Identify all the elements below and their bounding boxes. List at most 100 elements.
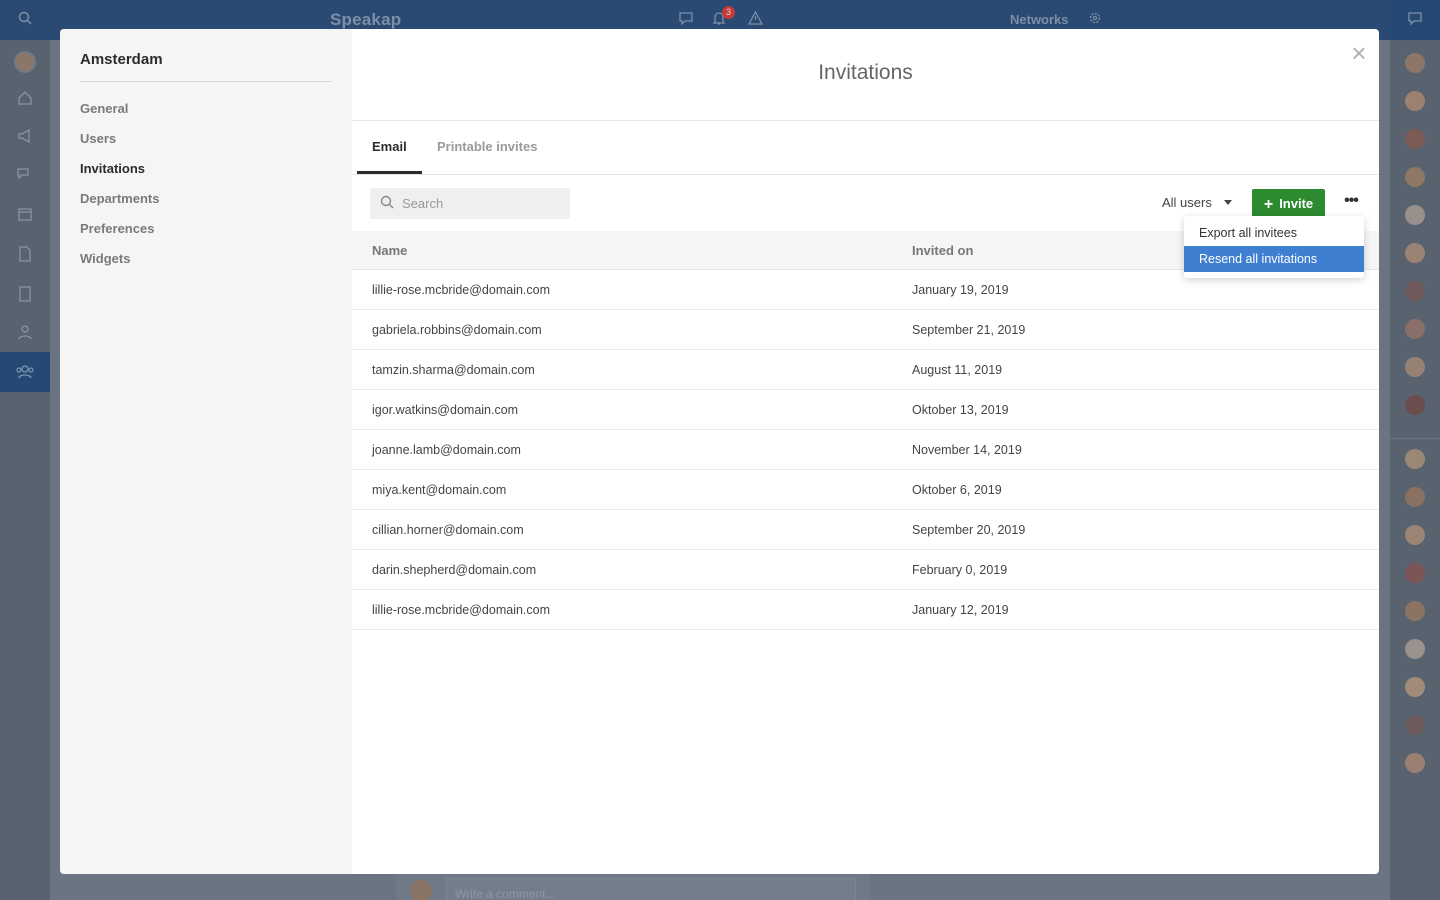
modal-content: Invitations × Email Printable invites Al…	[352, 29, 1379, 874]
contact-avatar[interactable]	[1405, 677, 1425, 697]
contact-avatar[interactable]	[1405, 639, 1425, 659]
invited-date: Oktober 6, 2019	[912, 483, 1002, 497]
invitee-email: cillian.horner@domain.com	[372, 523, 524, 537]
contact-avatar[interactable]	[1405, 487, 1425, 507]
org-name: Amsterdam	[80, 51, 163, 68]
invitee-email: lillie-rose.mcbride@domain.com	[372, 603, 551, 617]
invitee-email: gabriela.robbins@domain.com	[372, 323, 542, 337]
chat-icon[interactable]	[678, 11, 694, 28]
groups-icon	[0, 352, 50, 385]
contact-avatar[interactable]	[1405, 91, 1425, 111]
user-filter-select[interactable]: All users	[1162, 195, 1232, 210]
settings-sidebar: Amsterdam General Users Invitations Depa…	[60, 29, 352, 874]
invitations-modal: Amsterdam General Users Invitations Depa…	[60, 29, 1379, 874]
sidebar-item-preferences[interactable]: Preferences	[80, 219, 159, 249]
column-header-name[interactable]: Name	[372, 243, 407, 258]
invited-date: Oktober 13, 2019	[912, 403, 1009, 417]
comment-input[interactable]: Write a comment...	[446, 878, 856, 900]
brand-logo[interactable]: Speakap	[330, 10, 401, 30]
page-title: Invitations	[818, 61, 913, 84]
invitee-email: lillie-rose.mcbride@domain.com	[372, 283, 551, 297]
home-icon[interactable]	[0, 90, 50, 110]
contact-avatar[interactable]	[1405, 281, 1425, 301]
invited-date: January 12, 2019	[912, 603, 1009, 617]
invited-date: September 21, 2019	[912, 323, 1026, 337]
commenter-avatar	[410, 880, 432, 900]
table-row[interactable]: igor.watkins@domain.com Oktober 13, 2019	[352, 390, 1379, 430]
invite-label: Invite	[1279, 196, 1314, 211]
close-button[interactable]: ×	[1342, 37, 1376, 71]
invitations-table: lillie-rose.mcbride@domain.com January 19…	[352, 270, 1379, 630]
search-field	[370, 188, 570, 219]
table-row[interactable]: cillian.horner@domain.com September 20, 2…	[352, 510, 1379, 550]
tab-email[interactable]: Email	[357, 121, 422, 174]
conversations-icon[interactable]	[0, 166, 50, 186]
invitee-email: tamzin.sharma@domain.com	[372, 363, 535, 377]
contact-avatar[interactable]	[1405, 395, 1425, 415]
sidebar-item-widgets[interactable]: Widgets	[80, 249, 159, 279]
settings-nav: General Users Invitations Departments Pr…	[80, 99, 159, 279]
contact-avatar[interactable]	[1405, 243, 1425, 263]
groups-nav-active[interactable]	[0, 352, 50, 392]
contact-avatar[interactable]	[1405, 601, 1425, 621]
invitee-email: joanne.lamb@domain.com	[372, 443, 521, 457]
filter-label: All users	[1162, 195, 1212, 210]
user-avatar[interactable]	[14, 51, 36, 73]
more-options-menu: Export all invitees Resend all invitatio…	[1184, 216, 1364, 278]
sidebar-divider	[80, 81, 332, 82]
notification-badge: 3	[722, 6, 735, 19]
contact-avatar[interactable]	[1405, 129, 1425, 149]
left-nav-rail	[0, 40, 50, 900]
networks-link[interactable]: Networks	[1010, 12, 1069, 27]
chevron-down-icon	[1223, 200, 1232, 206]
invited-date: September 20, 2019	[912, 523, 1026, 537]
search-input[interactable]	[402, 188, 562, 219]
plus-icon: +	[1263, 196, 1274, 213]
sidebar-item-users[interactable]: Users	[80, 129, 159, 159]
alert-icon[interactable]	[747, 10, 764, 28]
comment-bar: Write a comment...	[396, 874, 870, 900]
contact-avatar[interactable]	[1405, 319, 1425, 339]
contact-avatar[interactable]	[1405, 357, 1425, 377]
menu-item-export-all-invitees[interactable]: Export all invitees	[1184, 220, 1364, 246]
tab-printable-invites[interactable]: Printable invites	[422, 121, 552, 174]
invited-date: November 14, 2019	[912, 443, 1022, 457]
contact-avatar[interactable]	[1405, 205, 1425, 225]
menu-item-resend-all-invitations[interactable]: Resend all invitations	[1184, 246, 1364, 272]
sidebar-item-invitations[interactable]: Invitations	[80, 159, 159, 189]
megaphone-icon[interactable]	[0, 128, 50, 148]
right-contacts-rail	[1390, 40, 1440, 900]
invitee-email: miya.kent@domain.com	[372, 483, 507, 497]
table-row[interactable]: gabriela.robbins@domain.com September 21,…	[352, 310, 1379, 350]
document-icon[interactable]	[0, 246, 50, 266]
contact-avatar[interactable]	[1405, 167, 1425, 187]
more-options-button[interactable]: •••	[1337, 191, 1365, 217]
column-header-invited-on[interactable]: Invited on	[912, 243, 973, 258]
table-row[interactable]: joanne.lamb@domain.com November 14, 2019	[352, 430, 1379, 470]
table-row[interactable]: miya.kent@domain.com Oktober 6, 2019	[352, 470, 1379, 510]
person-icon[interactable]	[0, 324, 50, 344]
contact-avatar[interactable]	[1405, 715, 1425, 735]
invite-button[interactable]: + Invite	[1252, 189, 1325, 219]
contact-avatar[interactable]	[1405, 563, 1425, 583]
messages-icon[interactable]	[1390, 0, 1440, 40]
sidebar-item-departments[interactable]: Departments	[80, 189, 159, 219]
global-search-icon[interactable]	[0, 0, 50, 40]
rail-divider	[1390, 438, 1440, 439]
search-icon	[380, 195, 394, 209]
invitee-email: igor.watkins@domain.com	[372, 403, 519, 417]
contact-avatar[interactable]	[1405, 753, 1425, 773]
table-row[interactable]: tamzin.sharma@domain.com August 11, 2019	[352, 350, 1379, 390]
invited-date: February 0, 2019	[912, 563, 1008, 577]
gear-icon[interactable]	[1088, 11, 1102, 28]
building-icon[interactable]	[0, 286, 50, 306]
contact-avatar[interactable]	[1405, 53, 1425, 73]
table-row[interactable]: darin.shepherd@domain.com February 0, 201…	[352, 550, 1379, 590]
invited-date: January 19, 2019	[912, 283, 1009, 297]
table-row[interactable]: lillie-rose.mcbride@domain.com January 12…	[352, 590, 1379, 630]
calendar-icon[interactable]	[0, 206, 50, 226]
sidebar-item-general[interactable]: General	[80, 99, 159, 129]
contact-avatar[interactable]	[1405, 525, 1425, 545]
contact-avatar[interactable]	[1405, 449, 1425, 469]
invited-date: August 11, 2019	[912, 363, 1003, 377]
